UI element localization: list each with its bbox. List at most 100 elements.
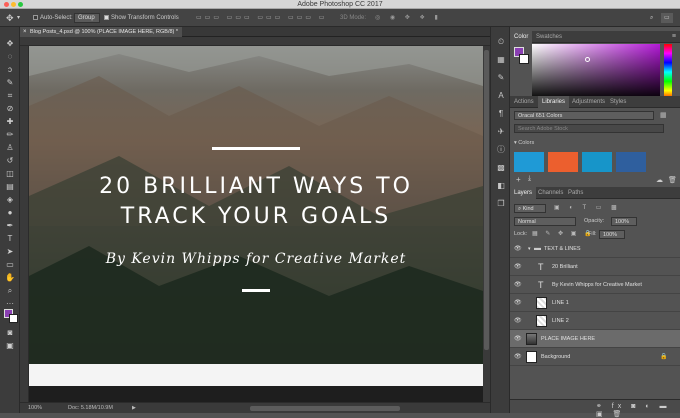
library-color-swatch-1[interactable] (514, 152, 544, 172)
properties-icon[interactable]: ▦ (496, 55, 506, 65)
chevron-down-icon[interactable]: ▾ (17, 9, 20, 27)
tab-layers[interactable]: Layers (510, 187, 537, 199)
layer-row-text-byline[interactable]: 👁 T By Kevin Whipps for Creative Market (510, 276, 680, 294)
fill-field[interactable]: 100% (599, 230, 625, 239)
layer-row-line-2[interactable]: 👁 LINE 2 (510, 312, 680, 330)
layer-row-line-1[interactable]: 👁 LINE 1 (510, 294, 680, 312)
layer-row-text-headline[interactable]: 👁 T 20 Brilliant (510, 258, 680, 276)
color-field[interactable] (532, 44, 660, 100)
blend-mode-select[interactable]: Normal (514, 217, 576, 226)
visibility-eye-icon[interactable]: 👁 (514, 240, 522, 258)
zoom-window-button[interactable] (18, 2, 23, 7)
swatches-icon[interactable]: ▩ (496, 163, 506, 173)
path-select-icon[interactable]: ➤ (4, 247, 16, 256)
history-brush-icon[interactable]: ↺ (4, 156, 16, 165)
visibility-eye-icon[interactable]: 👁 (514, 258, 522, 276)
trash-icon[interactable]: 🗑 (668, 176, 677, 184)
tab-channels[interactable]: Channels (534, 187, 567, 199)
chevron-down-icon[interactable]: ▾ (528, 240, 531, 258)
library-grid-icon[interactable]: ▦ (660, 111, 667, 119)
status-menu-icon[interactable]: ▶ (132, 403, 136, 413)
visibility-eye-icon[interactable]: 👁 (514, 312, 522, 330)
screen-mode-icon[interactable]: ▣ (4, 341, 16, 350)
show-transform-controls-option[interactable]: Show Transform Controls (104, 9, 179, 27)
visibility-eye-icon[interactable]: 👁 (514, 294, 522, 312)
lock-icons[interactable]: ▦ ✎ ✥ ▣ 🔒 (532, 230, 595, 237)
hue-slider[interactable] (664, 44, 672, 100)
library-select[interactable]: Oracal 651 Colors (514, 111, 654, 120)
zoom-tool-icon[interactable]: ⌕ (4, 286, 16, 295)
paragraph-icon[interactable]: ¶ (496, 109, 506, 119)
rectangle-tool-icon[interactable]: ▭ (4, 260, 16, 269)
layer-row-group[interactable]: 👁 ▾ ▬ TEXT & LINES (510, 240, 680, 258)
cloud-icon[interactable]: ☁ (656, 176, 663, 184)
transform-checkbox[interactable] (104, 14, 109, 20)
dodge-tool-icon[interactable]: ● (4, 208, 16, 217)
navigator-icon[interactable]: ✈ (496, 127, 506, 137)
library-color-swatch-3[interactable] (582, 152, 612, 172)
add-library-item-icon[interactable]: + (516, 175, 521, 184)
align-buttons[interactable]: ▭▭▭ ▭▭▭ ▭▭▭ ▭▭▭ ▭ (196, 9, 327, 27)
layer-comps-icon[interactable]: ❐ (496, 199, 506, 209)
eyedropper-tool-icon[interactable]: ⊘ (4, 104, 16, 113)
layer-row-background[interactable]: 👁 Background 🔒 (510, 348, 680, 366)
layer-filter-icons[interactable]: ▣ ◐ T ▭ ▩ (554, 204, 621, 211)
lasso-tool-icon[interactable]: ↄ (4, 65, 16, 74)
visibility-eye-icon[interactable]: 👁 (514, 348, 522, 366)
auto-select-dropdown[interactable]: Group (74, 13, 100, 23)
tab-actions[interactable]: Actions (510, 96, 538, 108)
auto-select-checkbox[interactable] (33, 14, 38, 20)
zoom-level[interactable]: 100% (28, 403, 42, 413)
styles-icon[interactable]: ◧ (496, 181, 506, 191)
background-color-chip[interactable] (519, 54, 529, 64)
tab-libraries[interactable]: Libraries (538, 96, 570, 108)
stock-search-input[interactable]: Search Adobe Stock (514, 124, 664, 133)
close-icon[interactable]: × (23, 27, 27, 37)
marquee-tool-icon[interactable]: ◌ (4, 52, 16, 61)
minimize-window-button[interactable] (11, 2, 16, 7)
library-color-swatch-4[interactable] (616, 152, 646, 172)
auto-select-option[interactable]: Auto-Select: (33, 9, 73, 27)
download-icon[interactable]: ⤓ (528, 175, 531, 183)
eraser-tool-icon[interactable]: ◫ (4, 169, 16, 178)
move-tool-icon[interactable]: ✥ (6, 9, 14, 27)
quick-mask-icon[interactable]: ◙ (4, 328, 16, 337)
opacity-field[interactable]: 100% (611, 217, 637, 226)
tab-styles[interactable]: Styles (606, 96, 630, 108)
tab-color[interactable]: Color (510, 31, 533, 43)
horizontal-scroll-thumb[interactable] (250, 406, 400, 411)
vertical-scroll-thumb[interactable] (484, 50, 489, 350)
pen-tool-icon[interactable]: ✒ (4, 221, 16, 230)
brush-tool-icon[interactable]: ✏ (4, 130, 16, 139)
move-tool-icon[interactable]: ✥ (4, 39, 16, 48)
brush-presets-icon[interactable]: ✎ (496, 73, 506, 83)
library-color-swatch-2[interactable] (548, 152, 578, 172)
tab-adjustments[interactable]: Adjustments (568, 96, 609, 108)
layer-footer-icons[interactable]: ⚭ fx ◙ ◐ ▬ ▣ 🗑 (596, 402, 680, 418)
visibility-eye-icon[interactable]: 👁 (514, 330, 522, 348)
info-icon[interactable]: ⓘ (496, 145, 506, 155)
quick-select-tool-icon[interactable]: ✎ (4, 78, 16, 87)
clone-stamp-icon[interactable]: ♙ (4, 143, 16, 152)
background-color-swatch[interactable] (9, 314, 18, 323)
history-icon[interactable]: ⏲ (496, 37, 506, 47)
mode-3d-icons[interactable]: ◎ ◉ ✥ ❖ ▮ (375, 9, 442, 27)
document-canvas[interactable]: 20 BRILLIANT WAYS TO TRACK YOUR GOALS By… (29, 46, 483, 402)
close-window-button[interactable] (4, 2, 9, 7)
layer-filter-kind[interactable]: ⌕ Kind (514, 204, 546, 213)
character-icon[interactable]: A (496, 91, 506, 101)
vertical-scrollbar[interactable] (483, 46, 490, 402)
type-tool-icon[interactable]: T (4, 234, 16, 243)
hand-tool-icon[interactable]: ✋ (4, 273, 16, 282)
search-icon[interactable]: ⌕ (650, 9, 653, 27)
layer-row-place-image[interactable]: 👁 PLACE IMAGE HERE (510, 330, 680, 348)
crop-tool-icon[interactable]: ⌗ (4, 91, 16, 100)
workspace-icon[interactable]: ▭ (661, 13, 673, 23)
healing-brush-icon[interactable]: ✚ (4, 117, 16, 126)
more-tools-icon[interactable]: ··· (4, 299, 16, 308)
color-picker-marker[interactable] (585, 57, 590, 62)
blur-tool-icon[interactable]: ◈ (4, 195, 16, 204)
tab-paths[interactable]: Paths (564, 187, 587, 199)
gradient-tool-icon[interactable]: ▤ (4, 182, 16, 191)
panel-menu-icon[interactable]: ≡ (672, 31, 676, 43)
